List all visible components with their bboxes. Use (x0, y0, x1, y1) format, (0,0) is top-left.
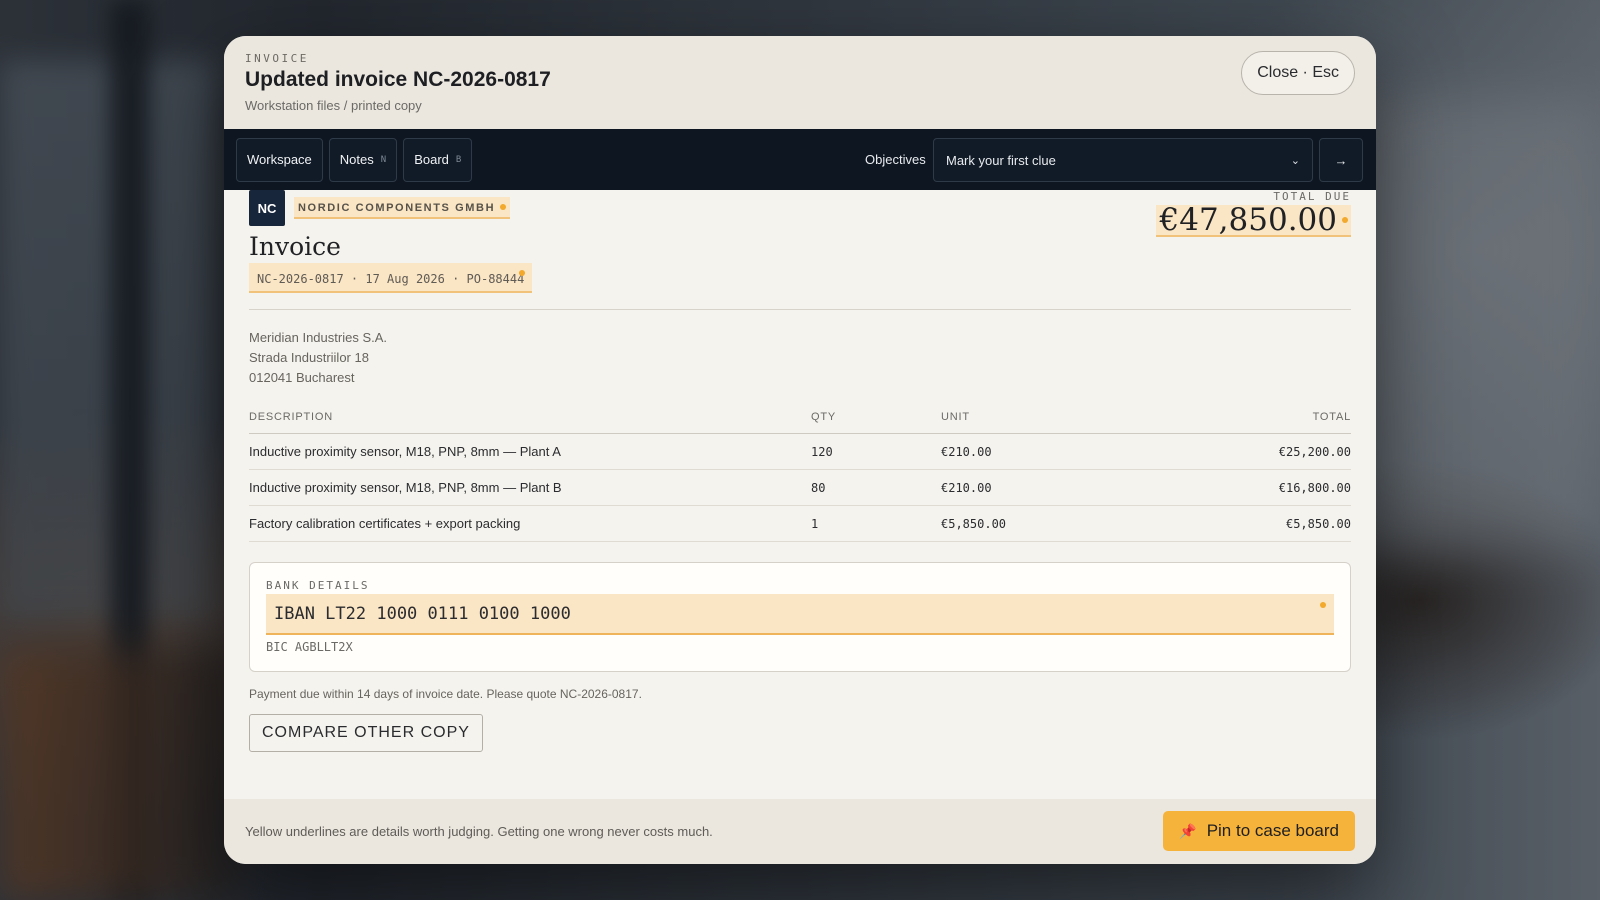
table-row: Factory calibration certificates + expor… (249, 505, 1351, 542)
item-total: €16,800.00 (1141, 469, 1351, 506)
objectives-label: Objectives (865, 152, 926, 167)
clue-dot-icon (500, 204, 507, 210)
item-total: €5,850.00 (1141, 505, 1351, 542)
item-qty: 120 (811, 433, 941, 470)
tab-board-shortcut: B (455, 154, 462, 165)
bank-details-box: BANK DETAILS IBAN LT22 1000 0111 0100 10… (249, 562, 1351, 672)
total-due-block: TOTAL DUE €47,850.00 (1155, 190, 1351, 238)
total-due-value: €47,850.00 (1159, 202, 1338, 238)
column-header-total: TOTAL (1141, 411, 1351, 434)
vendor-logo: NC (249, 190, 285, 226)
item-unit-price: €210.00 (941, 433, 1141, 470)
close-button[interactable]: Close · Esc (1241, 51, 1355, 95)
table-row: Inductive proximity sensor, M18, PNP, 8m… (249, 469, 1351, 506)
item-unit-price: €210.00 (941, 469, 1141, 506)
pin-icon: 📌 (1179, 822, 1197, 839)
bill-to-line: Strada Industriilor 18 (249, 350, 369, 365)
iban-value: IBAN LT22 1000 0111 0100 1000 (274, 603, 571, 624)
modal-eyebrow: INVOICE (245, 52, 309, 65)
arrow-right-icon: → (1334, 152, 1348, 168)
tab-notes-label: Notes (339, 152, 374, 167)
vendor-name: NORDIC COMPONENTS GMBH (298, 202, 496, 214)
line-items-table: DESCRIPTION QTY UNIT TOTAL Inductive pro… (249, 411, 1351, 542)
payment-terms: Payment due within 14 days of invoice da… (249, 687, 642, 701)
invoice-document: NC NORDIC COMPONENTS GMBH Invoice NC-202… (249, 190, 1351, 752)
pin-button-label: Pin to case board (1206, 821, 1339, 840)
column-header-qty: QTY (811, 411, 941, 434)
item-description: Inductive proximity sensor, M18, PNP, 8m… (249, 469, 811, 506)
bill-to-line: 012041 Bucharest (249, 370, 355, 385)
bill-to-line: Meridian Industries S.A. (249, 330, 388, 345)
clue-dot-icon (1320, 602, 1326, 608)
vendor-name-clue[interactable]: NORDIC COMPONENTS GMBH (294, 197, 511, 219)
tab-workspace-label: Workspace (247, 152, 312, 167)
item-description: Inductive proximity sensor, M18, PNP, 8m… (249, 433, 811, 470)
tab-board-label: Board (414, 152, 449, 167)
modal-subtitle: Workstation files / printed copy (245, 98, 422, 113)
tab-board[interactable]: Board B (403, 137, 473, 182)
item-unit-price: €5,850.00 (941, 505, 1141, 542)
tab-notes-shortcut: N (380, 154, 387, 165)
modal-title: Updated invoice NC-2026-0817 (245, 68, 551, 91)
item-description: Factory calibration certificates + expor… (249, 505, 811, 542)
objectives-select[interactable]: Mark your first clue ⌄ (933, 138, 1313, 182)
footer-hint: Yellow underlines are details worth judg… (245, 824, 713, 839)
column-header-unit: UNIT (941, 411, 1141, 434)
modal-footer: Yellow underlines are details worth judg… (224, 799, 1376, 864)
total-due-clue[interactable]: €47,850.00 (1155, 202, 1351, 238)
pin-to-case-board-button[interactable]: 📌 Pin to case board (1163, 811, 1355, 851)
column-header-description: DESCRIPTION (249, 411, 811, 434)
objective-go-button[interactable]: → (1319, 138, 1363, 182)
divider (249, 309, 1351, 310)
modal-header: INVOICE Updated invoice NC-2026-0817 Wor… (224, 36, 1376, 129)
compare-other-copy-button[interactable]: COMPARE OTHER COPY (249, 714, 483, 752)
clue-dot-icon (519, 270, 526, 276)
item-qty: 1 (811, 505, 941, 542)
chevron-down-icon: ⌄ (1290, 154, 1300, 167)
bank-details-label: BANK DETAILS (266, 579, 370, 592)
iban-clue[interactable]: IBAN LT22 1000 0111 0100 1000 (266, 594, 1334, 635)
toolbar: Workspace Notes N Board B Objectives Mar… (224, 129, 1376, 190)
item-qty: 80 (811, 469, 941, 506)
invoice-meta: NC-2026-0817 · 17 Aug 2026 · PO-88444 (257, 272, 525, 286)
invoice-meta-clue[interactable]: NC-2026-0817 · 17 Aug 2026 · PO-88444 (249, 263, 533, 293)
bill-to-address: Meridian Industries S.A. Strada Industri… (249, 328, 1351, 388)
clue-dot-icon (1342, 217, 1348, 223)
tab-workspace[interactable]: Workspace (236, 137, 323, 182)
table-row: Inductive proximity sensor, M18, PNP, 8m… (249, 433, 1351, 470)
item-total: €25,200.00 (1141, 433, 1351, 470)
tab-notes[interactable]: Notes N (328, 137, 398, 182)
objectives-selected-value: Mark your first clue (946, 152, 1056, 168)
bic-value: BIC AGBLLT2X (266, 640, 353, 654)
invoice-modal: INVOICE Updated invoice NC-2026-0817 Wor… (224, 36, 1376, 864)
